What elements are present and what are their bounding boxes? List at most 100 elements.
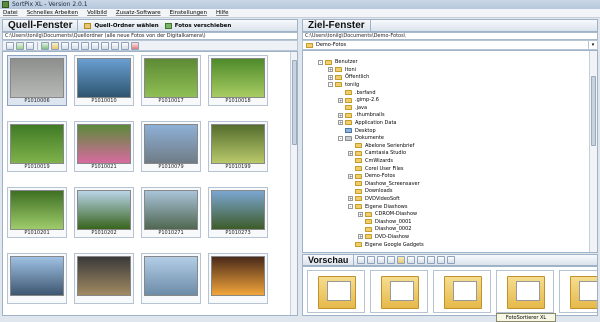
menu-vollbild[interactable]: Vollbild bbox=[87, 10, 107, 16]
thumbnail[interactable]: P1010271 bbox=[141, 187, 201, 238]
thumbnail[interactable] bbox=[141, 253, 201, 304]
tree-item-label: Corel User Files bbox=[365, 165, 404, 172]
expand-icon[interactable]: + bbox=[358, 211, 363, 217]
expand-icon[interactable]: + bbox=[328, 74, 333, 80]
back-icon[interactable] bbox=[377, 256, 386, 264]
window-title: SortPix XL - Version 2.0.1 bbox=[12, 1, 88, 8]
collapse-icon[interactable]: - bbox=[318, 59, 323, 65]
scrollbar-thumb[interactable] bbox=[591, 76, 596, 146]
rotate-left-icon[interactable] bbox=[427, 256, 436, 264]
delete-icon[interactable] bbox=[447, 256, 456, 264]
tree-item-label: DVD-Diashow bbox=[375, 233, 410, 240]
toolbar-separator bbox=[37, 41, 38, 50]
expand-icon[interactable]: + bbox=[338, 120, 343, 126]
preview-item[interactable] bbox=[433, 270, 491, 313]
back-icon[interactable] bbox=[61, 41, 69, 50]
preview-item[interactable] bbox=[307, 270, 365, 313]
menu-hilfe[interactable]: Hilfe bbox=[216, 10, 229, 16]
expand-icon[interactable]: + bbox=[358, 234, 363, 240]
tree-item-label: Dokumente bbox=[355, 135, 384, 142]
folder-icon bbox=[306, 42, 313, 48]
copy-icon[interactable] bbox=[417, 256, 426, 264]
thumbnail[interactable] bbox=[208, 253, 268, 304]
thumbnail-scrollbar[interactable] bbox=[290, 52, 297, 315]
expand-icon[interactable]: + bbox=[348, 173, 353, 179]
thumbnail-grid: P1010006 P1010010 P1010017 P1010018 P1010019… bbox=[2, 51, 298, 316]
thumbnail[interactable]: P1010273 bbox=[208, 187, 268, 238]
thumbnail[interactable]: P1010202 bbox=[74, 187, 134, 238]
collapse-icon[interactable]: - bbox=[348, 204, 353, 210]
menu-zusatz-software[interactable]: Zusatz-Software bbox=[116, 10, 161, 16]
zoom-icon[interactable] bbox=[407, 256, 416, 264]
refresh-icon[interactable] bbox=[41, 41, 49, 50]
thumbnail[interactable]: P1010019 bbox=[7, 121, 67, 172]
collapse-icon[interactable]: - bbox=[338, 135, 343, 141]
tree-item-label: Abelone Serienbrief bbox=[365, 142, 415, 149]
expand-icon[interactable]: + bbox=[348, 196, 353, 202]
copy-icon[interactable] bbox=[91, 41, 99, 50]
thumbnail-image bbox=[144, 58, 198, 98]
preview-item[interactable] bbox=[559, 270, 597, 313]
choose-source-folder-button[interactable]: Quell-Ordner wählen bbox=[84, 22, 159, 29]
preview-item[interactable] bbox=[370, 270, 428, 313]
zoom-icon[interactable] bbox=[101, 41, 109, 50]
expand-icon[interactable]: + bbox=[328, 67, 333, 73]
rotate-right-icon[interactable] bbox=[121, 41, 129, 50]
folder-icon[interactable] bbox=[397, 256, 406, 264]
folder-icon bbox=[355, 196, 362, 202]
rotate-left-icon[interactable] bbox=[111, 41, 119, 50]
thumbnail[interactable]: P1010079 bbox=[141, 121, 201, 172]
move-photos-button[interactable]: Fotos verschieben bbox=[164, 22, 231, 29]
thumbnail-image bbox=[10, 124, 64, 164]
select-all-icon[interactable] bbox=[6, 41, 14, 50]
thumbnail-image bbox=[144, 256, 198, 296]
scrollbar-thumb[interactable] bbox=[292, 60, 297, 145]
check-icon[interactable] bbox=[16, 41, 24, 50]
expand-icon[interactable]: + bbox=[338, 112, 343, 118]
delete-icon[interactable] bbox=[131, 41, 139, 50]
thumbnail[interactable] bbox=[74, 253, 134, 304]
forward-icon[interactable] bbox=[387, 256, 396, 264]
target-dropdown[interactable]: Demo-Fotos ▾ bbox=[302, 40, 598, 50]
preview-item[interactable] bbox=[496, 270, 554, 313]
thumbnail[interactable]: P1010021 bbox=[74, 121, 134, 172]
thumbnail[interactable]: P1010006 bbox=[7, 55, 67, 106]
thumbnail[interactable]: P1010018 bbox=[208, 55, 268, 106]
source-toolbar bbox=[2, 40, 298, 51]
folder-icon bbox=[345, 105, 352, 111]
forward-icon[interactable] bbox=[71, 41, 79, 50]
tree-scrollbar[interactable] bbox=[589, 51, 597, 252]
folder-icon bbox=[355, 143, 362, 149]
source-header: Quell-Fenster Quell-Ordner wählen Fotos … bbox=[2, 19, 298, 32]
tree-item-label: Diashow_0002 bbox=[375, 226, 412, 233]
thumbnail[interactable] bbox=[7, 253, 67, 304]
folder-icon bbox=[345, 90, 352, 96]
collapse-icon[interactable]: - bbox=[328, 82, 333, 88]
thumbnail[interactable]: P1010010 bbox=[74, 55, 134, 106]
rotate-right-icon[interactable] bbox=[437, 256, 446, 264]
tree-item[interactable]: Eigene Google Gadgets bbox=[348, 240, 424, 248]
thumbnail[interactable]: P1010201 bbox=[7, 187, 67, 238]
tree-item-label: DVDVideoSoft bbox=[365, 195, 400, 202]
folder-icon bbox=[325, 59, 332, 65]
menu-datei[interactable]: Datei bbox=[3, 10, 18, 16]
folder-tree: - Benutzer + Itoni + Öffentlich - tonilg .bsrfan… bbox=[312, 58, 588, 251]
photo-sheet-icon bbox=[516, 281, 540, 301]
thumbnail[interactable]: P1010199 bbox=[208, 121, 268, 172]
folder-icon bbox=[365, 211, 372, 217]
chevron-down-icon[interactable]: ▾ bbox=[588, 41, 597, 49]
grid-icon[interactable] bbox=[26, 41, 34, 50]
thumbnail[interactable]: P1010017 bbox=[141, 55, 201, 106]
tree-item-label: Desktop bbox=[355, 127, 376, 134]
folder-icon[interactable] bbox=[51, 41, 59, 50]
refresh-icon[interactable] bbox=[357, 256, 366, 264]
grid-icon[interactable] bbox=[367, 256, 376, 264]
expand-icon[interactable]: + bbox=[338, 97, 343, 103]
menu-schnelles-arbeiten[interactable]: Schnelles Arbeiten bbox=[27, 10, 78, 16]
expand-icon[interactable]: + bbox=[348, 150, 353, 156]
tree-item-label: tonilg bbox=[345, 81, 360, 88]
cut-icon[interactable] bbox=[81, 41, 89, 50]
menu-einstellungen[interactable]: Einstellungen bbox=[170, 10, 207, 16]
tree-item-label: Eigene Diashows bbox=[365, 203, 408, 210]
menu-bar: Datei Schnelles Arbeiten Vollbild Zusatz… bbox=[0, 9, 600, 18]
